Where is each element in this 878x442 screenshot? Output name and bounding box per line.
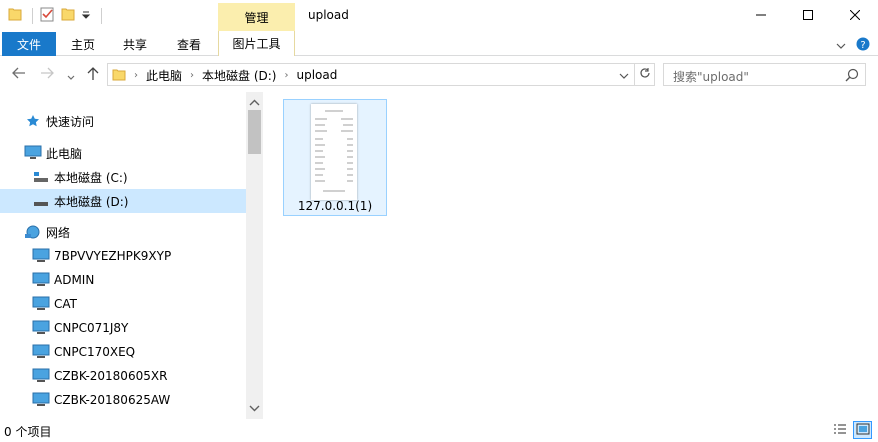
nav-item-label: 此电脑: [46, 146, 83, 161]
close-icon: [849, 9, 861, 23]
properties-icon[interactable]: [39, 6, 55, 25]
breadcrumb-this-pc[interactable]: 此电脑: [146, 67, 182, 84]
toolbar-separator: [101, 7, 102, 24]
recent-locations-chevron-icon[interactable]: [67, 70, 75, 84]
refresh-button[interactable]: [634, 64, 654, 85]
address-bar[interactable]: › 此电脑 › 本地磁盘 (D:) › upload: [107, 63, 655, 86]
nav-item-label: CNPC170XEQ: [54, 345, 136, 359]
ribbon-right-controls: ?: [836, 37, 870, 54]
breadcrumb-drive-d[interactable]: 本地磁盘 (D:): [202, 67, 276, 84]
nav-item-computer[interactable]: CNPC071J8Y: [0, 316, 246, 340]
chevron-right-icon[interactable]: ›: [134, 70, 138, 81]
tab-picture-tools[interactable]: 图片工具: [218, 31, 295, 56]
nav-item-label: CAT: [54, 297, 77, 311]
maximize-icon: [803, 9, 813, 23]
star-icon: [26, 114, 40, 128]
folder-icon: [112, 67, 126, 84]
details-view-button[interactable]: [830, 421, 849, 439]
back-arrow-icon[interactable]: [12, 67, 26, 82]
nav-item-label: CNPC071J8Y: [54, 321, 129, 335]
monitor-icon: [32, 392, 50, 408]
nav-item-drive-d[interactable]: 本地磁盘 (D:): [0, 189, 246, 213]
monitor-icon: [32, 248, 50, 264]
nav-item-network[interactable]: 网络: [0, 220, 246, 244]
scroll-down-icon[interactable]: [249, 401, 260, 415]
search-input[interactable]: 搜索"upload": [663, 63, 866, 86]
nav-item-computer[interactable]: ADMIN: [0, 268, 246, 292]
network-icon: [24, 224, 42, 240]
drive-icon: [33, 195, 49, 207]
close-button[interactable]: [832, 0, 878, 31]
customize-toolbar-icon[interactable]: [81, 9, 91, 23]
nav-item-computer[interactable]: CZBK-20180605XR: [0, 364, 246, 388]
file-name: 127.0.0.1(1): [297, 199, 373, 213]
breadcrumb: › 此电脑 › 本地磁盘 (D:) › upload: [108, 67, 337, 83]
file-item[interactable]: 127.0.0.1(1): [283, 99, 387, 216]
address-history-dropdown[interactable]: [616, 67, 632, 83]
tab-file[interactable]: 文件: [2, 32, 56, 56]
up-arrow-icon[interactable]: [87, 67, 99, 84]
nav-item-label: 快速访问: [46, 114, 95, 129]
nav-scrollbar[interactable]: [246, 92, 263, 419]
nav-item-label: CZBK-20180625AW: [54, 393, 171, 407]
title-bar: 管理 upload: [0, 0, 878, 31]
navigation-pane: 快速访问 此电脑 本地磁盘 (C:) 本地磁盘 (D:) 网络 7BPVVYEZ…: [0, 92, 263, 419]
monitor-icon: [32, 320, 50, 336]
folder-icon[interactable]: [8, 6, 22, 25]
nav-item-label: 7BPVVYEZHPK9XYP: [54, 249, 172, 263]
window-title: upload: [308, 8, 349, 22]
quick-access-toolbar: [8, 6, 102, 25]
status-bar: 0 个项目: [0, 419, 878, 442]
drive-icon: [33, 171, 49, 183]
forward-arrow-icon[interactable]: [40, 67, 54, 82]
minimize-button[interactable]: [738, 0, 784, 31]
help-icon[interactable]: ?: [856, 37, 870, 54]
nav-item-computer[interactable]: 7BPVVYEZHPK9XYP: [0, 244, 246, 268]
expand-ribbon-icon[interactable]: [836, 39, 846, 53]
nav-item-quick-access[interactable]: 快速访问: [0, 109, 246, 133]
monitor-icon: [32, 344, 50, 360]
nav-item-this-pc[interactable]: 此电脑: [0, 141, 246, 165]
nav-item-label: CZBK-20180605XR: [54, 369, 168, 383]
computer-icon: [24, 145, 42, 161]
nav-item-computer[interactable]: CAT: [0, 292, 246, 316]
nav-item-computer[interactable]: CNPC170XEQ: [0, 340, 246, 364]
maximize-button[interactable]: [785, 0, 831, 31]
nav-item-label: 本地磁盘 (C:): [54, 170, 128, 185]
chevron-right-icon[interactable]: ›: [284, 70, 288, 81]
chevron-right-icon[interactable]: ›: [190, 70, 194, 81]
item-count: 0 个项目: [4, 425, 52, 439]
details-view-icon: [833, 423, 847, 438]
nav-item-computer[interactable]: CZBK-20180625AW: [0, 388, 246, 412]
file-list[interactable]: 127.0.0.1(1): [263, 92, 878, 419]
nav-item-drive-c[interactable]: 本地磁盘 (C:): [0, 165, 246, 189]
tab-share[interactable]: 共享: [123, 36, 147, 53]
new-folder-icon[interactable]: [61, 6, 75, 25]
refresh-icon: [639, 67, 651, 82]
search-placeholder: 搜索"upload": [673, 70, 749, 84]
monitor-icon: [32, 272, 50, 288]
ribbon-tab-bar: 文件 主页 共享 查看 图片工具 ?: [0, 31, 878, 56]
scroll-up-icon[interactable]: [249, 96, 260, 110]
monitor-icon: [32, 296, 50, 312]
large-icons-view-icon: [856, 423, 870, 438]
manage-context-tab[interactable]: 管理: [218, 3, 295, 31]
chevron-down-icon: [619, 68, 629, 82]
image-thumbnail: [311, 104, 357, 200]
tab-view[interactable]: 查看: [177, 36, 201, 53]
large-icons-view-button[interactable]: [853, 421, 872, 439]
nav-item-label: ADMIN: [54, 273, 95, 287]
tab-home[interactable]: 主页: [71, 36, 95, 53]
monitor-icon: [32, 368, 50, 384]
scrollbar-thumb[interactable]: [248, 110, 261, 154]
nav-item-label: 网络: [46, 225, 71, 240]
breadcrumb-upload[interactable]: upload: [296, 68, 337, 82]
minimize-icon: [756, 9, 766, 23]
svg-text:?: ?: [860, 40, 865, 51]
nav-item-label: 本地磁盘 (D:): [54, 194, 129, 209]
toolbar-separator: [32, 7, 33, 24]
search-icon[interactable]: [845, 68, 859, 85]
